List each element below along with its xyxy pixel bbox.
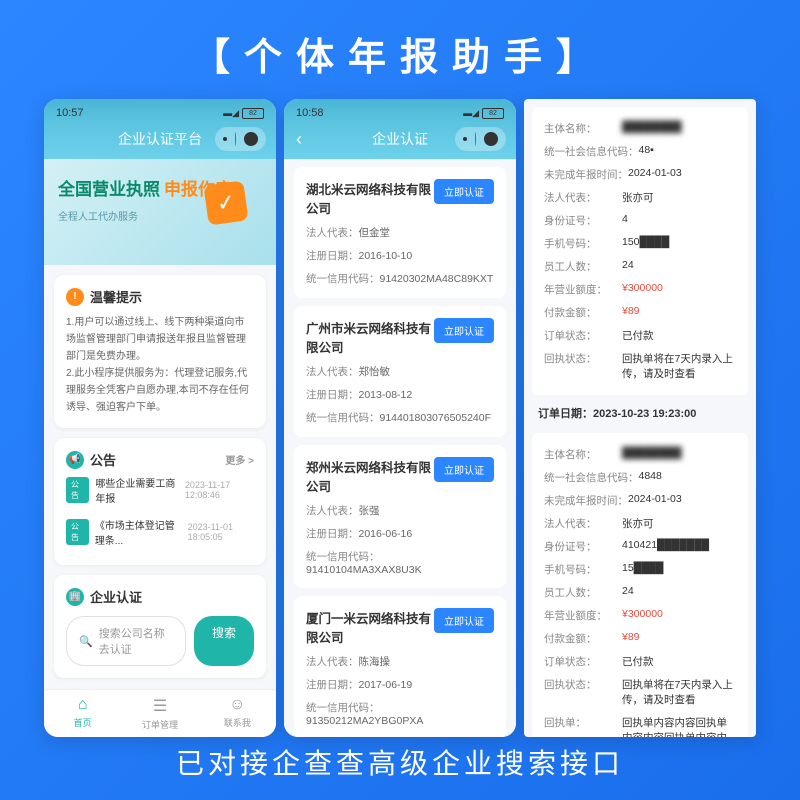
detail-row: 付款金额：¥89: [544, 301, 736, 324]
company-card[interactable]: 广州市米云网络科技有限公司 立即认证 法人代表：郑怡敏 注册日期：2013-08…: [294, 306, 506, 437]
detail-row: 主体名称：████████: [544, 443, 736, 466]
detail-row: 身份证号：410421███████: [544, 535, 736, 558]
detail-row: 主体名称：████████: [544, 117, 736, 140]
close-icon[interactable]: [484, 132, 498, 146]
nav-title: 企业认证平台: [118, 129, 202, 149]
order-date-header: 订单日期：2023-10-23 19:23:00: [524, 395, 756, 425]
home-icon: ⌂: [44, 696, 121, 714]
status-icons: ▬◢82: [463, 108, 504, 119]
detail-row: 员工人数：24: [544, 581, 736, 604]
notice-date: 2023-11-17 12:08:46: [185, 480, 254, 500]
search-placeholder: 搜索公司名称去认证: [99, 625, 173, 657]
status-time: 10:58: [296, 107, 324, 119]
company-date: 注册日期：2017-06-19: [306, 677, 494, 692]
detail-row: 年营业额度：¥300000: [544, 604, 736, 627]
company-card[interactable]: 湖北米云网络科技有限公司 立即认证 法人代表：但金堂 注册日期：2016-10-…: [294, 167, 506, 298]
company-card[interactable]: 郑州米云网络科技有限公司 立即认证 法人代表：张强 注册日期：2016-06-1…: [294, 445, 506, 588]
phone-detail: 主体名称：████████统一社会信息代码：48▪未完成年报时间：2024-01…: [524, 99, 756, 737]
auth-title: 企业认证: [90, 587, 142, 606]
phone-list: 10:58 ▬◢82 ‹ 企业认证 湖北米云网络科技有限公司 立即认证 法人代表…: [284, 99, 516, 737]
detail-row: 员工人数：24: [544, 255, 736, 278]
detail-row: 回执状态：回执单将在7天内录入上传，请及时查看: [544, 347, 736, 385]
nav-title: 企业认证: [372, 129, 428, 149]
capsule-button[interactable]: [215, 127, 266, 151]
more-link[interactable]: 更多 >: [225, 452, 254, 467]
company-code: 统一信用代码：91410104MA3XAX8U3K: [306, 549, 494, 576]
detail-row: 订单状态：已付款: [544, 650, 736, 673]
verify-button[interactable]: 立即认证: [434, 179, 494, 204]
search-button[interactable]: 搜索: [194, 616, 254, 666]
detail-row: 统一社会信息代码：48▪: [544, 140, 736, 163]
notice-item[interactable]: 公告哪些企业需要工商年报2023-11-17 12:08:46: [66, 469, 254, 511]
detail-row: 身份证号：4: [544, 209, 736, 232]
hero-title-a: 全国营业执照: [58, 180, 160, 199]
detail-row: 回执状态：回执单将在7天内录入上传，请及时查看: [544, 673, 736, 711]
verify-button[interactable]: 立即认证: [434, 318, 494, 343]
battery-icon: 82: [482, 108, 504, 119]
company-code: 统一信用代码：914401803076505240F: [306, 410, 494, 425]
detail-row: 付款金额：¥89: [544, 627, 736, 650]
notice-card: 📢公告更多 > 公告哪些企业需要工商年报2023-11-17 12:08:46 …: [54, 438, 266, 565]
tips-body: 1.用户可以通过线上、线下两种渠道向市场监督管理部门申请报送年报且监督管理部门是…: [66, 314, 254, 416]
status-bar: 10:57 ▬◢ 82: [44, 99, 276, 123]
company-list: 湖北米云网络科技有限公司 立即认证 法人代表：但金堂 注册日期：2016-10-…: [284, 167, 516, 737]
detail-row: 年营业额度：¥300000: [544, 278, 736, 301]
bell-icon: !: [66, 288, 84, 306]
detail-row: 未完成年报时间：2024-01-03: [544, 163, 736, 186]
detail-row: 订单状态：已付款: [544, 324, 736, 347]
notice-date: 2023-11-01 18:05:05: [188, 522, 254, 542]
detail-row: 法人代表：张亦可: [544, 512, 736, 535]
status-time: 10:57: [56, 107, 84, 119]
close-icon[interactable]: [244, 132, 258, 146]
detail-row: 法人代表：张亦可: [544, 186, 736, 209]
list-icon: ☰: [121, 696, 198, 716]
notice-text: 哪些企业需要工商年报: [95, 475, 178, 505]
tips-title: 温馨提示: [90, 287, 142, 306]
notice-item[interactable]: 公告《市场主体登记管理条...2023-11-01 18:05:05: [66, 511, 254, 553]
search-icon: 🔍: [79, 635, 93, 648]
status-icons: ▬◢ 82: [223, 108, 264, 119]
hero-banner[interactable]: 全国营业执照申报作废 全程人工代办服务 ✓: [44, 159, 276, 265]
company-rep: 法人代表：郑怡敏: [306, 364, 494, 379]
company-date: 注册日期：2013-08-12: [306, 387, 494, 402]
building-icon: 🏢: [66, 588, 84, 606]
phone-home: 10:57 ▬◢ 82 企业认证平台 全国营业执照申报作废 全程人工代办服务 ✓…: [44, 99, 276, 737]
order-card: 主体名称：████████统一社会信息代码：4848未完成年报时间：2024-0…: [532, 433, 748, 737]
phones-row: 10:57 ▬◢ 82 企业认证平台 全国营业执照申报作废 全程人工代办服务 ✓…: [0, 99, 800, 737]
notice-title: 公告: [90, 450, 116, 469]
company-rep: 法人代表：张强: [306, 503, 494, 518]
tips-card: ! 温馨提示 1.用户可以通过线上、线下两种渠道向市场监督管理部门申请报送年报且监…: [54, 275, 266, 428]
signal-icon: ▬◢: [223, 108, 239, 119]
banner-bottom-text: 已对接企查查高级企业搜索接口: [0, 724, 800, 800]
detail-row: 未完成年报时间：2024-01-03: [544, 489, 736, 512]
company-rep: 法人代表：但金堂: [306, 225, 494, 240]
banner-top-title: 【个体年报助手】: [0, 0, 800, 99]
notice-text: 《市场主体登记管理条...: [95, 517, 182, 547]
capsule-button[interactable]: [455, 127, 506, 151]
company-card[interactable]: 厦门一米云网络科技有限公司 立即认证 法人代表：陈海操 注册日期：2017-06…: [294, 596, 506, 737]
horn-icon: 📢: [66, 451, 84, 469]
verify-button[interactable]: 立即认证: [434, 457, 494, 482]
search-input[interactable]: 🔍 搜索公司名称去认证: [66, 616, 186, 666]
company-rep: 法人代表：陈海操: [306, 654, 494, 669]
auth-card: 🏢 企业认证 🔍 搜索公司名称去认证 搜索: [54, 575, 266, 678]
nav-bar: ‹ 企业认证: [284, 123, 516, 159]
verify-button[interactable]: 立即认证: [434, 608, 494, 633]
detail-row: 手机号码：150████: [544, 232, 736, 255]
company-code: 统一信用代码：91350212MA2YBG0PXA: [306, 700, 494, 727]
detail-row: 手机号码：15████: [544, 558, 736, 581]
company-code: 统一信用代码：91420302MA48C89KXT: [306, 271, 494, 286]
company-date: 注册日期：2016-10-10: [306, 248, 494, 263]
order-card: 主体名称：████████统一社会信息代码：48▪未完成年报时间：2024-01…: [532, 107, 748, 395]
nav-bar: 企业认证平台: [44, 123, 276, 159]
checkmark-icon: ✓: [203, 180, 248, 225]
company-date: 注册日期：2016-06-16: [306, 526, 494, 541]
battery-icon: 82: [242, 108, 264, 119]
signal-icon: ▬◢: [463, 108, 479, 119]
user-icon: ☺: [199, 696, 276, 714]
detail-row: 统一社会信息代码：4848: [544, 466, 736, 489]
back-button[interactable]: ‹: [296, 129, 302, 150]
status-bar: 10:58 ▬◢82: [284, 99, 516, 123]
